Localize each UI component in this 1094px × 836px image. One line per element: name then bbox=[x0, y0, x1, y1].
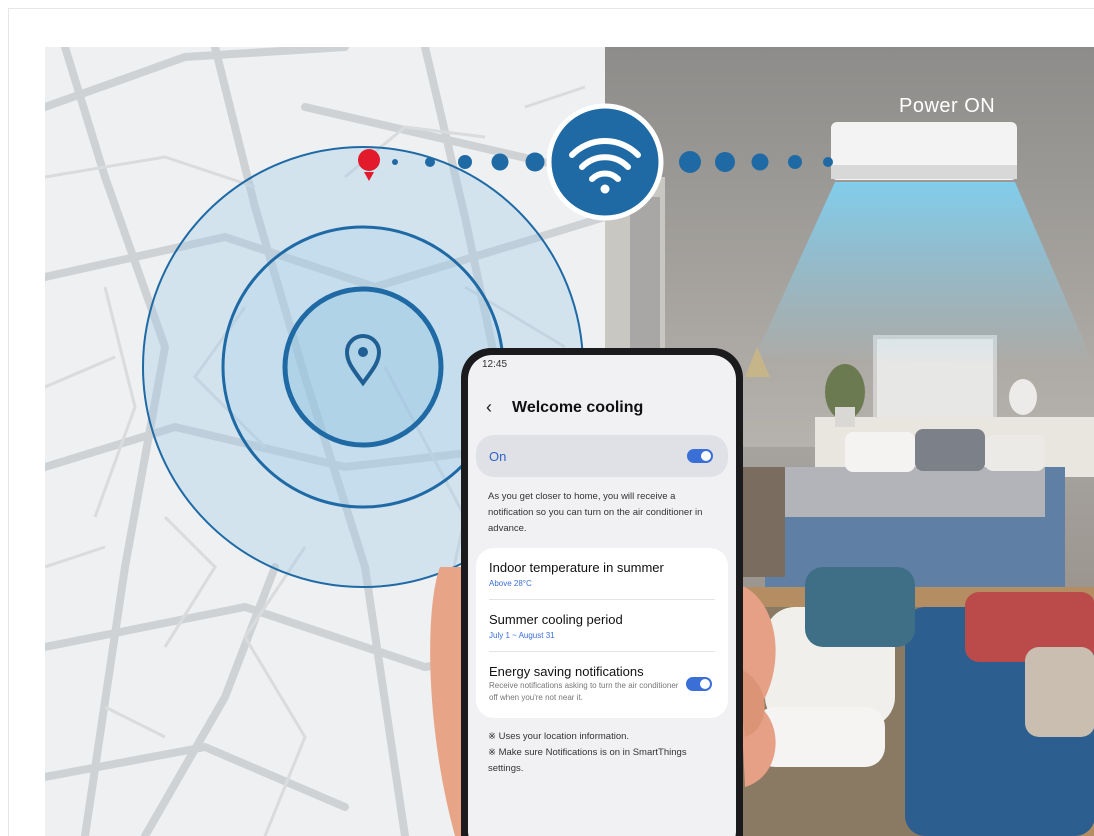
welcome-cooling-toggle-row[interactable]: On bbox=[476, 435, 728, 477]
image-frame: Power ON 12:45 ‹ Welcome cooling On As y… bbox=[8, 8, 1094, 836]
note-notifications: ※ Make sure Notifications is on in Smart… bbox=[488, 747, 687, 774]
wifi-icon bbox=[546, 103, 664, 221]
status-time: 12:45 bbox=[482, 359, 508, 370]
feature-description: As you get closer to home, you will rece… bbox=[488, 491, 703, 534]
inner-geofence-circle bbox=[282, 286, 444, 448]
setting-title: Summer cooling period bbox=[489, 612, 623, 627]
chevron-left-icon[interactable]: ‹ bbox=[486, 397, 492, 418]
note-location: ※ Uses your location information. bbox=[488, 731, 630, 742]
phone-screen: 12:45 ‹ Welcome cooling On As you get cl… bbox=[468, 355, 736, 836]
setting-title: Indoor temperature in summer bbox=[489, 560, 664, 575]
settings-card: Indoor temperature in summer Above 28°C … bbox=[476, 548, 728, 718]
main-toggle-switch[interactable] bbox=[687, 449, 713, 463]
divider bbox=[489, 599, 715, 600]
power-on-label: Power ON bbox=[899, 95, 996, 117]
toggle-label: On bbox=[489, 449, 507, 464]
setting-subtitle: Receive notifications asking to turn the… bbox=[489, 681, 679, 702]
setting-value: Above 28°C bbox=[489, 579, 532, 588]
page-title: Welcome cooling bbox=[512, 399, 644, 416]
divider bbox=[489, 651, 715, 652]
energy-toggle-switch[interactable] bbox=[686, 677, 712, 691]
setting-title: Energy saving notifications bbox=[489, 664, 644, 679]
setting-value: July 1 ~ August 31 bbox=[489, 631, 555, 640]
